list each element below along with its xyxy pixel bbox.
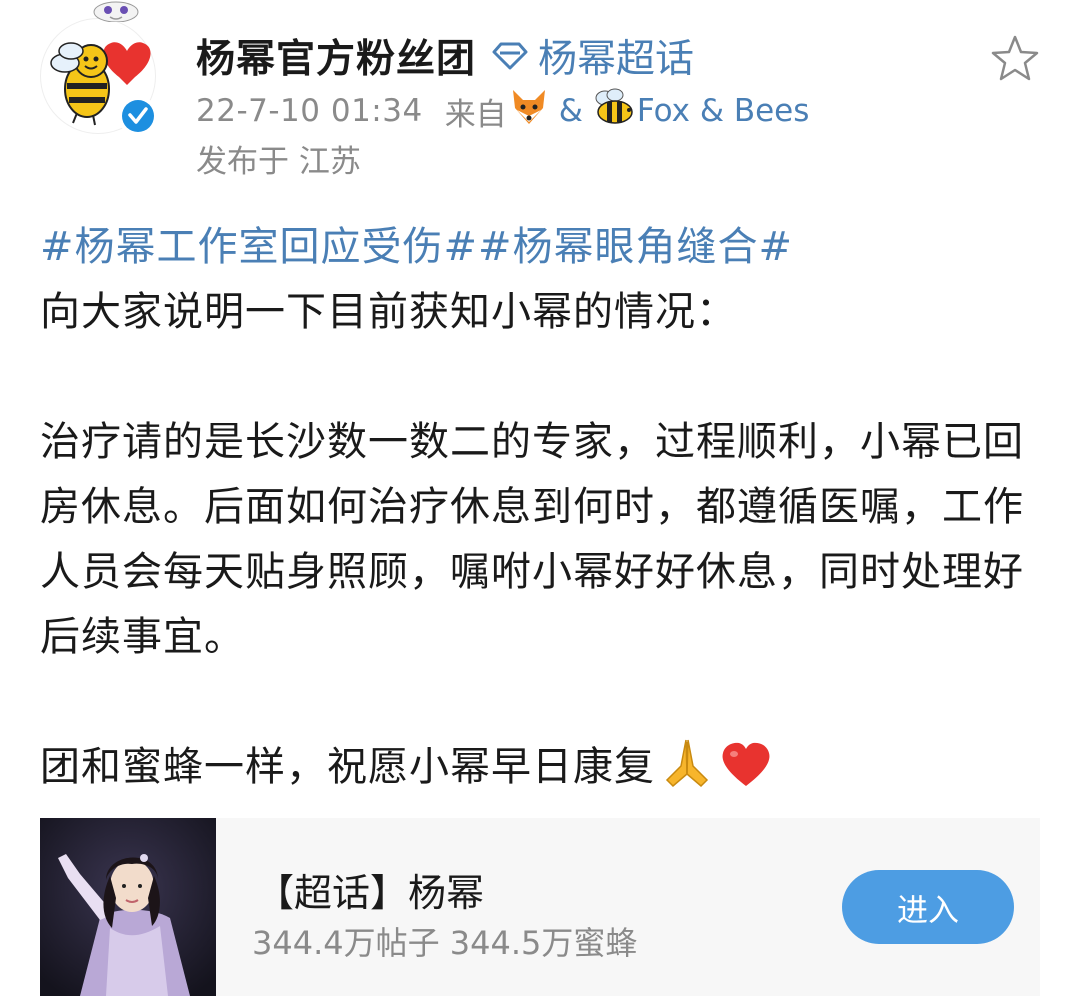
super-topic-link[interactable]: 杨幂超话	[492, 28, 694, 84]
praying-hands-emoji-icon	[659, 736, 715, 808]
verified-badge	[118, 96, 158, 136]
super-topic-title: 【超话】杨幂	[256, 871, 485, 915]
super-topic-label: 杨幂超话	[538, 37, 695, 82]
bee-emoji-icon	[593, 88, 635, 134]
from-label: 来自	[444, 96, 507, 133]
star-icon[interactable]	[990, 34, 1040, 82]
super-topic-stats: 344.4万帖子 344.5万蜜蜂	[252, 924, 638, 962]
source-name: Fox & Bees	[636, 93, 810, 129]
enter-button[interactable]: 进入	[842, 870, 1014, 944]
account-name[interactable]: 杨幂官方粉丝团	[196, 28, 476, 84]
post-timestamp: 22-7-10 01:34	[196, 93, 423, 129]
verified-badge-icon	[122, 100, 154, 132]
post-location: 发布于 江苏	[196, 144, 361, 180]
diamond-icon	[492, 42, 528, 70]
avatar-ornament-icon	[93, 1, 139, 22]
author-row: 杨幂官方粉丝团 杨幂超话	[196, 28, 694, 84]
red-heart-emoji-icon	[719, 740, 773, 808]
post-paragraph-3-text: 团和蜜蜂一样，祝愿小幂早日康复	[40, 744, 655, 790]
post-source[interactable]: & Fox & Bees	[507, 88, 810, 134]
super-topic-thumbnail	[40, 818, 216, 996]
source-separator: &	[558, 93, 583, 129]
post-line-1: 向大家说明一下目前获知小幂的情况：	[40, 289, 737, 335]
topic-hashtags[interactable]: #杨幂工作室回应受伤##杨幂眼角缝合#	[40, 215, 1040, 280]
super-topic-card[interactable]: 【超话】杨幂 344.4万帖子 344.5万蜜蜂 进入	[40, 818, 1040, 996]
post-paragraph-3: 团和蜜蜂一样，祝愿小幂早日康复	[40, 735, 1040, 808]
post-paragraph-2: 治疗请的是长沙数一数二的专家，过程顺利，小幂已回房休息。后面如何治疗休息到何时，…	[40, 419, 1024, 660]
fox-emoji-icon	[509, 88, 549, 134]
meta-row: 22-7-10 01:34 来自 & Fox & Bees	[196, 88, 809, 134]
post-content: #杨幂工作室回应受伤##杨幂眼角缝合# 向大家说明一下目前获知小幂的情况： 治疗…	[40, 215, 1040, 808]
